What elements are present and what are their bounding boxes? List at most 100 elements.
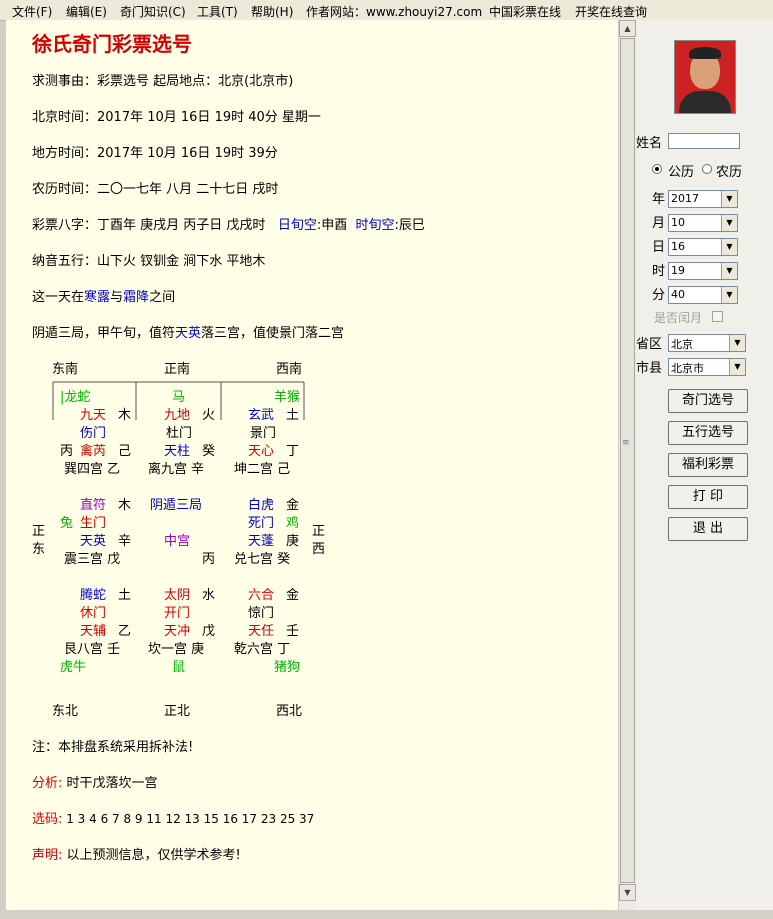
analysis: 分析: 时干戊落坎一宫 [32, 776, 158, 791]
chevron-down-icon: ▼ [729, 359, 745, 375]
hour-select[interactable]: 19 ▼ [668, 262, 738, 280]
chart-cell-text: 休门 [80, 606, 107, 621]
menu-lottery-query[interactable]: 开奖在线查询 [575, 3, 647, 20]
welfare-lottery-button[interactable]: 福利彩票 [668, 453, 748, 477]
chart-cell-text: 禽芮 [80, 444, 107, 459]
vertical-scrollbar[interactable]: ▲ ≡ ▼ [618, 20, 636, 910]
selected-numbers: 选码: 1 3 4 6 7 8 9 11 12 13 15 16 17 23 2… [32, 812, 315, 827]
chart-cell-text: 直符 [80, 498, 107, 513]
chart-cell-text: 天英 [80, 534, 107, 549]
chart-cell-text: 土 [118, 588, 132, 603]
lunar-radio[interactable] [702, 164, 712, 174]
side-panel: 姓名 公历 农历 年 2017 ▼ 月 10 ▼ 日 16 ▼ 时 19 ▼ 分 40 ▼… [636, 20, 773, 910]
name-label: 姓名 [636, 136, 663, 151]
direction-west-1: 正 [312, 524, 326, 539]
chart-cell-text: 开门 [164, 606, 191, 621]
solar-label: 公历 [668, 165, 695, 180]
chart-cell-text: 白虎 [248, 498, 275, 513]
chart-grid-lines [52, 381, 305, 420]
chart-cell-text: 丙 [60, 444, 74, 459]
qimen-select-button[interactable]: 奇门选号 [668, 389, 748, 413]
menu-edit[interactable]: 编辑(E) [66, 3, 107, 20]
chart-cell-text: 腾蛇 [80, 588, 107, 603]
chart-cell-text: 九地 [164, 408, 191, 423]
chart-cell-text: 乾六宫 丁 [234, 642, 291, 657]
result-panel: 徐氏奇门彩票选号 求测事由：彩票选号 起局地点：北京(北京市) 北京时间：201… [6, 20, 618, 910]
minute-label: 分 [652, 288, 666, 303]
exit-button[interactable]: 退 出 [668, 517, 748, 541]
menu-tools[interactable]: 工具(T) [197, 3, 238, 20]
chart-cell-text: 六合 [248, 588, 275, 603]
lunar-label: 农历 [716, 165, 743, 180]
province-label: 省区 [636, 337, 663, 352]
chart-cell-text: 太阴 [164, 588, 191, 603]
chart-cell-text: 天蓬 [248, 534, 275, 549]
chart-cell-text: 鸡 [286, 516, 300, 531]
chart-cell-text: 马 [172, 390, 186, 405]
author-photo [674, 40, 736, 114]
note: 注：本排盘系统采用拆补法! [32, 740, 194, 755]
chart-cell-text: 辛 [118, 534, 132, 549]
chevron-down-icon: ▼ [721, 191, 737, 207]
direction-northeast: 东北 [52, 704, 79, 719]
scroll-down-icon[interactable]: ▼ [619, 884, 636, 901]
chart-cell-text: 天柱 [164, 444, 191, 459]
wuxing-select-button[interactable]: 五行选号 [668, 421, 748, 445]
menu-file[interactable]: 文件(F) [12, 3, 52, 20]
print-button[interactable]: 打 印 [668, 485, 748, 509]
chart-cell-text: 艮八宫 壬 [64, 642, 121, 657]
chart-cell-text: 天心 [248, 444, 275, 459]
menu-help[interactable]: 帮助(H) [251, 3, 293, 20]
chart-cell-text: 天冲 [164, 624, 191, 639]
chart-cell-text: 癸 [202, 444, 216, 459]
chart-cell-text: 伤门 [80, 426, 107, 441]
month-select[interactable]: 10 ▼ [668, 214, 738, 232]
chart-cell-text: 玄武 [248, 408, 275, 423]
chart-cell-text: 虎牛 [60, 660, 87, 675]
leap-month-label: 是否闰月 [654, 311, 703, 325]
minute-select[interactable]: 40 ▼ [668, 286, 738, 304]
chart-cell-text: 金 [286, 498, 300, 513]
chart-cell-text: 生门 [80, 516, 107, 531]
chart-cell-text: 杜门 [166, 426, 193, 441]
scroll-up-icon[interactable]: ▲ [619, 20, 636, 37]
leap-month-checkbox[interactable] [712, 311, 723, 322]
city-select[interactable]: 北京市 ▼ [668, 358, 746, 376]
chart-cell-text: 坤二宫 己 [234, 462, 291, 477]
direction-northwest: 西北 [276, 704, 303, 719]
chart-cell-text: 巽四宫 乙 [64, 462, 121, 477]
year-select[interactable]: 2017 ▼ [668, 190, 738, 208]
chart-cell-text: 惊门 [248, 606, 275, 621]
city-label: 市县 [636, 361, 663, 376]
solar-radio[interactable] [652, 164, 662, 174]
day-label: 日 [652, 240, 666, 255]
direction-south: 正南 [164, 362, 191, 377]
chart-cell-text: 天辅 [80, 624, 107, 639]
scroll-thumb[interactable] [620, 38, 635, 883]
chart-cell-text: 兑七宫 癸 [234, 552, 291, 567]
chart-cell-text: 庚 [286, 534, 300, 549]
menu-qimen-knowledge[interactable]: 奇门知识(C) [120, 3, 186, 20]
chart-cell-text: 己 [118, 444, 132, 459]
chart-cell-text: 兔 [60, 516, 74, 531]
chart-cell-text: 木 [118, 498, 132, 513]
chart-cell-text: 阴遁三局 [150, 498, 203, 513]
province-select[interactable]: 北京 ▼ [668, 334, 746, 352]
chart-cell-text: 戊 [202, 624, 216, 639]
statement: 声明: 以上预测信息，仅供学术参考! [32, 848, 241, 863]
chart-cell-text: 水 [202, 588, 216, 603]
name-input[interactable] [668, 133, 740, 149]
month-label: 月 [652, 216, 666, 231]
chart-cell-text: 死门 [248, 516, 275, 531]
grip-icon: ≡ [622, 438, 630, 448]
chart-cell-text: |龙蛇 [60, 390, 91, 405]
hour-label: 时 [652, 264, 666, 279]
chart-cell-text: 丙 [202, 552, 216, 567]
chart-cell-text: 离九宫 辛 [148, 462, 205, 477]
day-select[interactable]: 16 ▼ [668, 238, 738, 256]
menu-china-lottery[interactable]: 中国彩票在线 [489, 3, 561, 20]
chevron-down-icon: ▼ [721, 287, 737, 303]
chart-cell-text: 猪狗 [274, 660, 301, 675]
menu-author-site[interactable]: 作者网站：www.zhouyi27.com [306, 3, 482, 20]
chart-cell-text: 壬 [286, 624, 300, 639]
